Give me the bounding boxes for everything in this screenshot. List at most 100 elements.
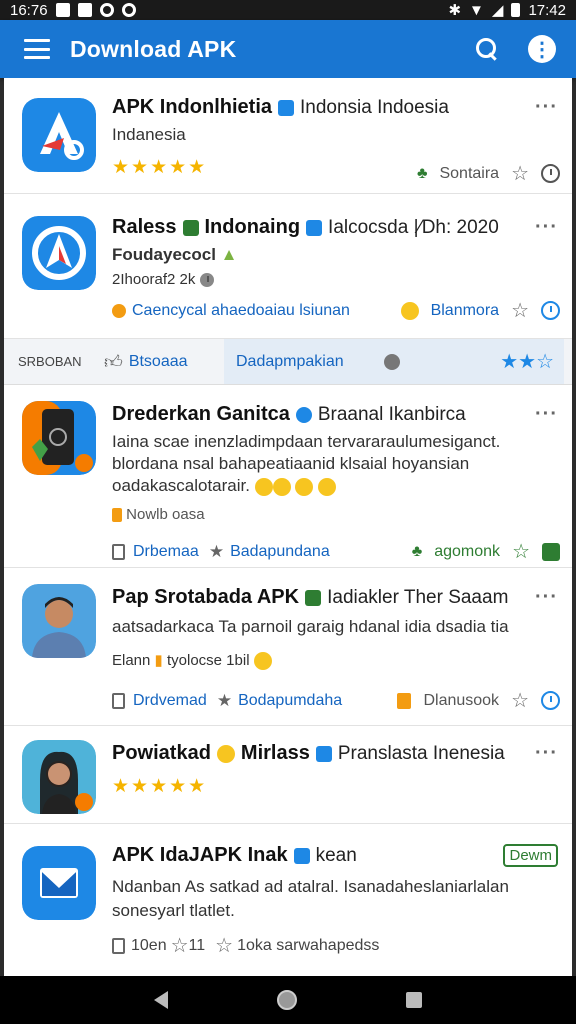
clock-icon[interactable] (541, 691, 560, 711)
app-subtitle: Braanal Ikanbirca (317, 403, 466, 425)
rating-stars: ★★★★★ (112, 157, 208, 178)
flag-icon (305, 589, 322, 606)
star-icon: ★ (216, 690, 233, 710)
leaf-icon: ♣ (411, 542, 423, 560)
status-time-left: 16:76 (10, 1, 48, 19)
sync-icon (99, 3, 114, 17)
page-title: Download APK (70, 35, 237, 62)
app-stat: 10en (131, 936, 167, 954)
tab-second[interactable]: 👍︎ Btsoaaa (104, 351, 224, 373)
tab-first[interactable]: SRBOBAN (4, 354, 104, 369)
app-size: 2Ihooraf2 2k (112, 271, 560, 288)
app-list: APK Indonlhietia Indonsia Indoesia ··· I… (4, 78, 572, 976)
notification-icon (77, 3, 92, 17)
recents-icon[interactable] (405, 992, 422, 1008)
app-description: blordana nsal bahapeatiaanid klsaial hoy… (112, 454, 470, 473)
app-subtitle: Indonsia Indoesia (300, 96, 449, 118)
app-bar: Download APK ⋮ (0, 20, 576, 78)
search-icon[interactable] (476, 38, 498, 60)
info-icon (295, 406, 312, 423)
app-title: APK Indonlhietia Indonsia Indoesia (112, 78, 560, 119)
home-icon[interactable] (276, 990, 297, 1010)
app-card[interactable]: Pap Srotabada APK Iadiakler Ther Saaam ·… (4, 568, 572, 726)
bookmark-icon[interactable] (112, 692, 125, 709)
app-name-secondary: Mirlass (240, 742, 310, 764)
app-subtitle: Iadiakler Ther Saaam (327, 586, 509, 608)
back-icon[interactable] (154, 991, 169, 1009)
app-description-link[interactable]: Caencycal ahaedoaiau lsiunan (132, 302, 350, 320)
app-category: Blanmora (430, 301, 500, 319)
app-tag-link[interactable]: Badapundana (230, 543, 330, 561)
app-subtitle: Pranslasta Inenesia (337, 742, 505, 764)
status-bar: 16:76 ✱ ▼ ◢ 17:42 (0, 0, 576, 20)
app-name-secondary: Indonaing (204, 216, 301, 238)
clock-icon[interactable] (541, 164, 560, 183)
star-icon: ☆ (170, 935, 189, 957)
app-subtitle: kean (315, 844, 357, 866)
app-tag-link[interactable]: Bodapumdaha (238, 692, 342, 710)
tag-icon (397, 692, 412, 709)
overflow-icon[interactable]: ··· (535, 742, 558, 765)
app-card[interactable]: Drederkan Ganitca Braanal Ikanbirca ··· … (4, 385, 572, 568)
tab-third[interactable]: Dadapmpakian ★★☆ (224, 339, 564, 384)
app-title: Raless Indonaing Ialcocsda |⁄Dh: 2020 (112, 194, 560, 239)
app-title: APK IdaJAPK Inak kean (112, 824, 560, 867)
menu-icon[interactable] (24, 39, 50, 59)
app-stat: 1oka sarwahapedss (237, 936, 380, 954)
check-icon (55, 3, 70, 17)
app-card[interactable]: APK Indonlhietia Indonsia Indoesia ··· I… (4, 78, 572, 194)
app-title: Pap Srotabada APK Iadiakler Ther Saaam (112, 568, 560, 609)
app-description: oadakascalotarair. (112, 476, 560, 496)
app-icon (22, 401, 96, 475)
overflow-icon[interactable]: ··· (535, 96, 558, 119)
app-developer: Foudayecocl ▲ (112, 245, 238, 264)
verified-icon (315, 745, 332, 762)
app-developer: Indanesia (112, 125, 186, 144)
battery-icon (511, 3, 521, 17)
favorite-star-icon[interactable]: ☆ (511, 688, 529, 713)
app-note: Nowlb oasa (112, 506, 560, 523)
bookmark-icon[interactable] (112, 937, 125, 954)
rating-stars-icon: ★★☆ (500, 351, 554, 373)
download-icon[interactable] (542, 542, 560, 561)
app-card[interactable]: Powiatkad Mirlass Pranslasta Inenesia ··… (4, 726, 572, 824)
overflow-icon[interactable]: ··· (535, 586, 558, 609)
app-tag-link[interactable]: Drdvemad (133, 692, 207, 710)
coin-icon (112, 303, 126, 318)
download-button[interactable]: Dewm (503, 844, 558, 867)
favorite-star-icon[interactable]: ☆ (511, 161, 529, 186)
app-subtitle: Ialcocsda |⁄Dh: 2020 (328, 216, 499, 238)
app-icon (22, 740, 96, 814)
app-category: agomonk (434, 542, 501, 560)
app-name: APK IdaJAPK Inak (112, 844, 288, 866)
app-name: Pap Srotabada APK (112, 586, 300, 608)
app-tag-link[interactable]: Drbemaa (133, 543, 199, 561)
smile-icon (216, 744, 235, 763)
app-stat: 11 (188, 936, 206, 954)
app-description: Ndanban As satkad ad atalral. Isanadahes… (112, 877, 509, 896)
app-icon (22, 98, 96, 172)
overflow-icon[interactable]: ··· (535, 216, 558, 239)
app-card[interactable]: APK IdaJAPK Inak kean Dewm Ndanban As sa… (4, 824, 572, 974)
bookmark-icon[interactable] (112, 543, 125, 560)
wifi-icon: ▼ (469, 1, 484, 19)
app-name: Raless (112, 216, 177, 238)
more-options-icon[interactable]: ⋮ (528, 35, 556, 63)
thumb-icon: 👍︎ (104, 351, 123, 372)
app-card[interactable]: Raless Indonaing Ialcocsda |⁄Dh: 2020 ··… (4, 194, 572, 339)
app-description: aatsadarkaca Ta parnoil garaig hdanal id… (112, 617, 509, 636)
leaf-icon: ♣ (416, 164, 428, 182)
badge-icon (182, 219, 199, 236)
rating-stars: ★★★★★ (112, 776, 208, 797)
favorite-star-icon[interactable]: ☆ (512, 539, 530, 564)
app-category: Sontaira (439, 164, 500, 182)
record-icon (121, 3, 136, 17)
app-title: Drederkan Ganitca Braanal Ikanbirca (112, 385, 560, 426)
favorite-star-icon[interactable]: ☆ (511, 298, 529, 323)
star-icon: ☆ (215, 935, 234, 957)
app-description: sonesyarl tlatlet. (112, 901, 235, 920)
bluetooth-icon: ✱ (448, 2, 462, 19)
overflow-icon[interactable]: ··· (535, 403, 558, 426)
dot-icon (383, 353, 400, 370)
clock-icon[interactable] (541, 301, 560, 320)
